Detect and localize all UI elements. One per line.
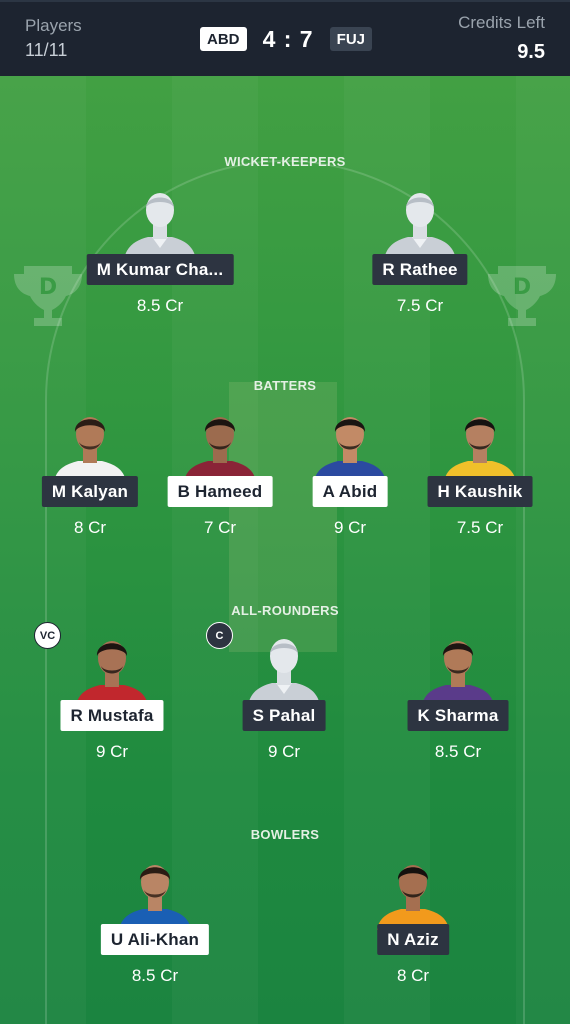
players-value: 11/11 (25, 40, 68, 60)
player-name: R Rathee (372, 254, 468, 285)
player-name: U Ali-Khan (100, 924, 210, 955)
player-credits: 8.5 Cr (131, 966, 179, 985)
player-credits: 8.5 Cr (434, 742, 482, 761)
player-name: M Kalyan (41, 476, 139, 507)
credits-value: 9.5 (517, 41, 545, 63)
player-photo (442, 406, 518, 482)
player-name: R Mustafa (60, 700, 164, 731)
section-batters: BATTERS (253, 378, 317, 393)
trophy-watermark-icon: D (14, 266, 82, 326)
player-photo (74, 630, 150, 706)
vice-captain-badge: VC (34, 622, 61, 649)
player-credits: 8 Cr (396, 966, 430, 985)
team-right-badge: FUJ (329, 27, 372, 51)
player-credits: 9 Cr (95, 742, 129, 761)
player-name: B Hameed (167, 476, 273, 507)
cricket-field: D D WICKET-KEEPERS BATTERS ALL-ROUNDERS … (0, 76, 570, 1024)
placeholder-avatar-icon (382, 184, 458, 260)
player-name: K Sharma (407, 700, 509, 731)
player-photo (117, 854, 193, 930)
player-credits: 9 Cr (267, 742, 301, 761)
team-left-badge: ABD (200, 27, 247, 51)
header-divider (0, 0, 570, 2)
player-photo (312, 406, 388, 482)
player-photo (420, 630, 496, 706)
player-photo (52, 406, 128, 482)
match-header: Players 11/11 ABD 4 : 7 FUJ Credits Left… (0, 0, 570, 76)
captain-badge: C (206, 622, 233, 649)
players-counter: Players 11/11 (25, 16, 82, 61)
score-text: 4 : 7 (262, 25, 314, 52)
player-credits: 7.5 Cr (456, 518, 504, 537)
player-photo (182, 406, 258, 482)
player-name: S Pahal (242, 700, 326, 731)
player-name: H Kaushik (427, 476, 533, 507)
player-name: A Abid (312, 476, 388, 507)
credits-label: Credits Left (458, 13, 545, 32)
player-credits: 7.5 Cr (396, 296, 444, 315)
credits-left: Credits Left 9.5 (458, 13, 545, 64)
svg-text:D: D (39, 275, 57, 300)
placeholder-avatar-icon (246, 630, 322, 706)
players-label: Players (25, 16, 82, 35)
player-name: N Aziz (377, 924, 449, 955)
placeholder-avatar-icon (122, 184, 198, 260)
player-credits: 8.5 Cr (136, 296, 184, 315)
section-all-rounders: ALL-ROUNDERS (231, 603, 339, 618)
section-wicket-keepers: WICKET-KEEPERS (224, 154, 346, 169)
player-photo (375, 854, 451, 930)
section-bowlers: BOWLERS (250, 827, 320, 842)
score-display: ABD 4 : 7 FUJ (200, 25, 372, 53)
player-name: M Kumar Cha... (86, 254, 234, 285)
svg-text:D: D (513, 275, 531, 300)
